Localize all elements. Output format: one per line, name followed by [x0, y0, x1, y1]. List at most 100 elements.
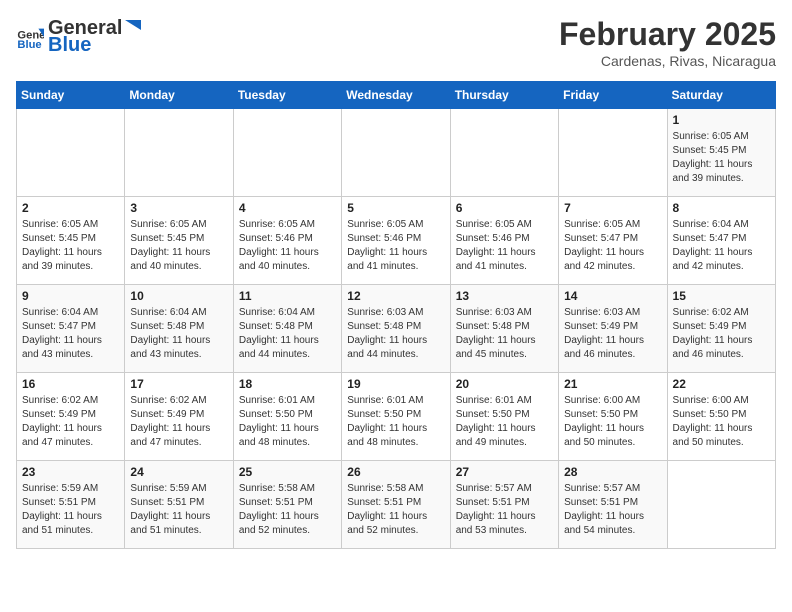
- calendar-cell: 23 Sunrise: 5:59 AM Sunset: 5:51 PM Dayli…: [17, 461, 125, 549]
- day-number: 2: [22, 201, 119, 215]
- day-number: 24: [130, 465, 227, 479]
- calendar-cell: 1 Sunrise: 6:05 AM Sunset: 5:45 PM Daylig…: [667, 109, 775, 197]
- calendar-cell: 18 Sunrise: 6:01 AM Sunset: 5:50 PM Dayli…: [233, 373, 341, 461]
- day-info: Sunrise: 6:05 AM Sunset: 5:45 PM Dayligh…: [673, 130, 770, 186]
- calendar-cell: 13 Sunrise: 6:03 AM Sunset: 5:48 PM Dayli…: [450, 285, 558, 373]
- day-info: Sunrise: 6:05 AM Sunset: 5:46 PM Dayligh…: [239, 218, 336, 274]
- calendar-cell: [17, 109, 125, 197]
- day-number: 26: [347, 465, 444, 479]
- calendar-week-row: 1 Sunrise: 6:05 AM Sunset: 5:45 PM Daylig…: [17, 109, 776, 197]
- day-number: 11: [239, 289, 336, 303]
- day-number: 4: [239, 201, 336, 215]
- day-info: Sunrise: 6:03 AM Sunset: 5:48 PM Dayligh…: [456, 306, 553, 362]
- calendar-week-row: 23 Sunrise: 5:59 AM Sunset: 5:51 PM Dayli…: [17, 461, 776, 549]
- day-number: 20: [456, 377, 553, 391]
- calendar-cell: 24 Sunrise: 5:59 AM Sunset: 5:51 PM Dayli…: [125, 461, 233, 549]
- calendar-cell: 10 Sunrise: 6:04 AM Sunset: 5:48 PM Dayli…: [125, 285, 233, 373]
- calendar-week-row: 2 Sunrise: 6:05 AM Sunset: 5:45 PM Daylig…: [17, 197, 776, 285]
- weekday-header-monday: Monday: [125, 82, 233, 109]
- day-info: Sunrise: 6:03 AM Sunset: 5:49 PM Dayligh…: [564, 306, 661, 362]
- day-info: Sunrise: 6:05 AM Sunset: 5:46 PM Dayligh…: [456, 218, 553, 274]
- weekday-header-row: SundayMondayTuesdayWednesdayThursdayFrid…: [17, 82, 776, 109]
- calendar-cell: 25 Sunrise: 5:58 AM Sunset: 5:51 PM Dayli…: [233, 461, 341, 549]
- day-info: Sunrise: 6:05 AM Sunset: 5:45 PM Dayligh…: [130, 218, 227, 274]
- day-info: Sunrise: 5:57 AM Sunset: 5:51 PM Dayligh…: [564, 482, 661, 538]
- calendar-cell: [342, 109, 450, 197]
- calendar-cell: 9 Sunrise: 6:04 AM Sunset: 5:47 PM Daylig…: [17, 285, 125, 373]
- calendar-cell: 4 Sunrise: 6:05 AM Sunset: 5:46 PM Daylig…: [233, 197, 341, 285]
- month-year-title: February 2025: [559, 16, 776, 53]
- calendar-cell: 6 Sunrise: 6:05 AM Sunset: 5:46 PM Daylig…: [450, 197, 558, 285]
- calendar-cell: 28 Sunrise: 5:57 AM Sunset: 5:51 PM Dayli…: [559, 461, 667, 549]
- calendar-cell: 21 Sunrise: 6:00 AM Sunset: 5:50 PM Dayli…: [559, 373, 667, 461]
- calendar-cell: 20 Sunrise: 6:01 AM Sunset: 5:50 PM Dayli…: [450, 373, 558, 461]
- calendar-cell: 15 Sunrise: 6:02 AM Sunset: 5:49 PM Dayli…: [667, 285, 775, 373]
- day-number: 22: [673, 377, 770, 391]
- day-info: Sunrise: 6:05 AM Sunset: 5:47 PM Dayligh…: [564, 218, 661, 274]
- day-info: Sunrise: 6:00 AM Sunset: 5:50 PM Dayligh…: [564, 394, 661, 450]
- day-info: Sunrise: 5:58 AM Sunset: 5:51 PM Dayligh…: [239, 482, 336, 538]
- calendar-cell: 26Sunrise: 5:58 AM Sunset: 5:51 PM Dayli…: [342, 461, 450, 549]
- day-info: Sunrise: 6:02 AM Sunset: 5:49 PM Dayligh…: [673, 306, 770, 362]
- day-info: Sunrise: 6:05 AM Sunset: 5:46 PM Dayligh…: [347, 218, 444, 274]
- day-info: Sunrise: 6:01 AM Sunset: 5:50 PM Dayligh…: [456, 394, 553, 450]
- calendar-cell: 2 Sunrise: 6:05 AM Sunset: 5:45 PM Daylig…: [17, 197, 125, 285]
- day-number: 12: [347, 289, 444, 303]
- day-number: 18: [239, 377, 336, 391]
- day-info: Sunrise: 5:57 AM Sunset: 5:51 PM Dayligh…: [456, 482, 553, 538]
- day-number: 8: [673, 201, 770, 215]
- calendar-cell: 7 Sunrise: 6:05 AM Sunset: 5:47 PM Daylig…: [559, 197, 667, 285]
- day-info: Sunrise: 6:01 AM Sunset: 5:50 PM Dayligh…: [347, 394, 444, 450]
- calendar-cell: 27Sunrise: 5:57 AM Sunset: 5:51 PM Dayli…: [450, 461, 558, 549]
- weekday-header-friday: Friday: [559, 82, 667, 109]
- weekday-header-thursday: Thursday: [450, 82, 558, 109]
- day-number: 21: [564, 377, 661, 391]
- day-info: Sunrise: 6:04 AM Sunset: 5:47 PM Dayligh…: [22, 306, 119, 362]
- day-number: 25: [239, 465, 336, 479]
- logo: General Blue General Blue: [16, 16, 141, 57]
- calendar-cell: [125, 109, 233, 197]
- day-info: Sunrise: 5:59 AM Sunset: 5:51 PM Dayligh…: [22, 482, 119, 538]
- day-info: Sunrise: 6:02 AM Sunset: 5:49 PM Dayligh…: [130, 394, 227, 450]
- day-number: 16: [22, 377, 119, 391]
- calendar-cell: 8 Sunrise: 6:04 AM Sunset: 5:47 PM Daylig…: [667, 197, 775, 285]
- day-info: Sunrise: 6:03 AM Sunset: 5:48 PM Dayligh…: [347, 306, 444, 362]
- day-info: Sunrise: 5:59 AM Sunset: 5:51 PM Dayligh…: [130, 482, 227, 538]
- calendar-cell: 3Sunrise: 6:05 AM Sunset: 5:45 PM Daylig…: [125, 197, 233, 285]
- calendar-cell: [667, 461, 775, 549]
- day-number: 10: [130, 289, 227, 303]
- svg-text:Blue: Blue: [17, 39, 41, 51]
- calendar-cell: 12 Sunrise: 6:03 AM Sunset: 5:48 PM Dayli…: [342, 285, 450, 373]
- calendar-cell: 22Sunrise: 6:00 AM Sunset: 5:50 PM Dayli…: [667, 373, 775, 461]
- day-info: Sunrise: 6:04 AM Sunset: 5:48 PM Dayligh…: [130, 306, 227, 362]
- day-number: 7: [564, 201, 661, 215]
- title-block: February 2025 Cardenas, Rivas, Nicaragua: [559, 16, 776, 69]
- calendar-week-row: 16 Sunrise: 6:02 AM Sunset: 5:49 PM Dayli…: [17, 373, 776, 461]
- day-number: 13: [456, 289, 553, 303]
- day-number: 6: [456, 201, 553, 215]
- day-number: 28: [564, 465, 661, 479]
- calendar-cell: 14 Sunrise: 6:03 AM Sunset: 5:49 PM Dayli…: [559, 285, 667, 373]
- day-number: 23: [22, 465, 119, 479]
- day-number: 15: [673, 289, 770, 303]
- day-number: 1: [673, 113, 770, 127]
- day-info: Sunrise: 6:04 AM Sunset: 5:48 PM Dayligh…: [239, 306, 336, 362]
- calendar-cell: 17Sunrise: 6:02 AM Sunset: 5:49 PM Dayli…: [125, 373, 233, 461]
- day-number: 5: [347, 201, 444, 215]
- weekday-header-saturday: Saturday: [667, 82, 775, 109]
- calendar-cell: 11 Sunrise: 6:04 AM Sunset: 5:48 PM Dayli…: [233, 285, 341, 373]
- weekday-header-wednesday: Wednesday: [342, 82, 450, 109]
- page-header: General Blue General Blue February 2025 …: [16, 16, 776, 69]
- weekday-header-sunday: Sunday: [17, 82, 125, 109]
- calendar-cell: [559, 109, 667, 197]
- day-number: 9: [22, 289, 119, 303]
- day-number: 14: [564, 289, 661, 303]
- calendar-cell: [233, 109, 341, 197]
- day-info: Sunrise: 6:04 AM Sunset: 5:47 PM Dayligh…: [673, 218, 770, 274]
- day-info: Sunrise: 6:05 AM Sunset: 5:45 PM Dayligh…: [22, 218, 119, 274]
- calendar-cell: [450, 109, 558, 197]
- day-number: 19: [347, 377, 444, 391]
- day-info: Sunrise: 6:02 AM Sunset: 5:49 PM Dayligh…: [22, 394, 119, 450]
- day-info: Sunrise: 6:01 AM Sunset: 5:50 PM Dayligh…: [239, 394, 336, 450]
- logo-icon: General Blue: [16, 23, 44, 51]
